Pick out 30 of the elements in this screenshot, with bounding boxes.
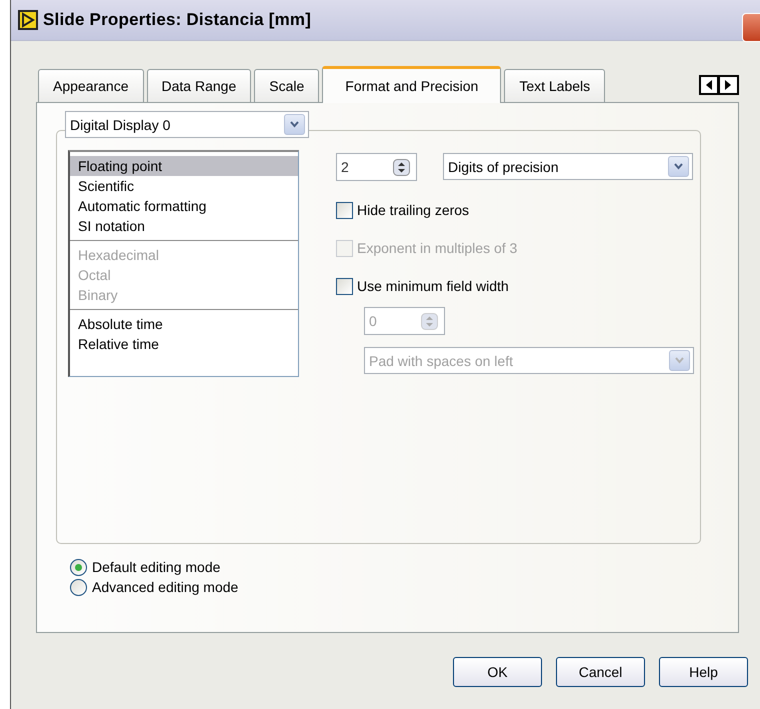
- tab[interactable]: Text Labels: [504, 69, 606, 102]
- display-dropdown[interactable]: Digital Display 0: [65, 111, 309, 138]
- dialog-button[interactable]: Help: [659, 657, 748, 687]
- checkbox[interactable]: [336, 278, 353, 294]
- list-item[interactable]: Automatic formatting: [70, 196, 298, 216]
- tab-scroll-arrows-icon[interactable]: [699, 75, 739, 95]
- spin-arrows-icon[interactable]: [393, 158, 410, 176]
- tab[interactable]: Scale: [254, 69, 320, 102]
- app-icon: [18, 10, 38, 30]
- tab[interactable]: Data Range: [146, 69, 252, 102]
- dialog-button[interactable]: OK: [453, 657, 542, 687]
- radio-button[interactable]: [70, 578, 87, 596]
- checkbox[interactable]: [336, 202, 353, 218]
- window-title: Slide Properties: Distancia [mm]: [43, 10, 312, 30]
- list-item[interactable]: Scientific: [70, 176, 298, 196]
- list-item[interactable]: Relative time: [70, 334, 298, 354]
- radio-label: Default editing mode: [92, 559, 220, 575]
- radio-button[interactable]: [70, 558, 87, 576]
- checkbox-label: Hide trailing zeros: [357, 202, 470, 218]
- checkbox-label: Exponent in multiples of 3: [357, 240, 518, 256]
- precision-type-dropdown[interactable]: Digits of precision: [443, 153, 693, 180]
- precision-spinbox[interactable]: 2: [336, 153, 417, 181]
- radio-label: Advanced editing mode: [92, 579, 238, 595]
- list-item[interactable]: Absolute time: [70, 314, 298, 334]
- list-item[interactable]: Floating point: [70, 156, 298, 176]
- list-item[interactable]: SI notation: [70, 216, 298, 236]
- dialog-button[interactable]: Cancel: [556, 657, 645, 687]
- tab[interactable]: Appearance: [38, 69, 144, 102]
- tab[interactable]: Format and Precision: [322, 66, 502, 103]
- checkbox-label: Use minimum field width: [357, 278, 509, 294]
